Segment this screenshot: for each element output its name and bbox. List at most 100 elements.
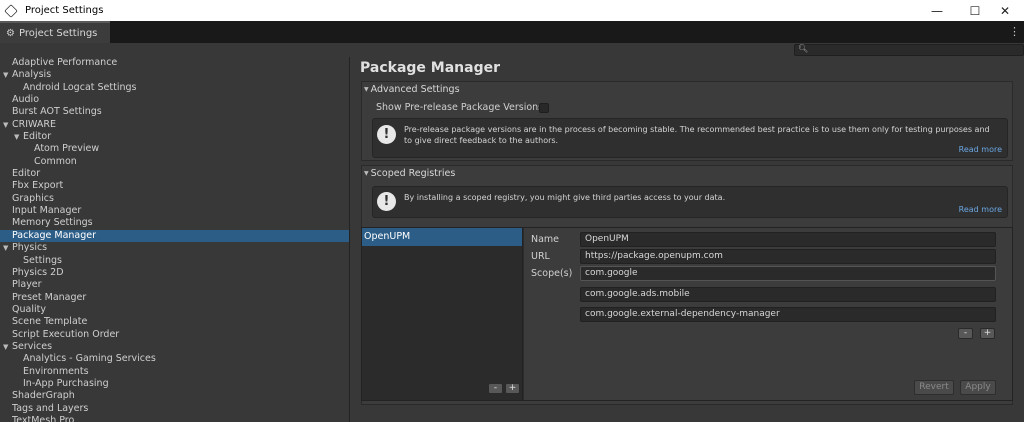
add-registry-button[interactable]: + [505, 383, 520, 394]
sidebar-item-label: Quality [12, 303, 46, 315]
sidebar-item-graphics[interactable]: Graphics [0, 193, 349, 205]
sidebar-item-label: Memory Settings [12, 217, 93, 229]
sidebar-item-input-manager[interactable]: Input Manager [0, 205, 349, 217]
sidebar-item-common[interactable]: Common [0, 156, 349, 168]
sidebar-item-physics-2d[interactable]: Physics 2D [0, 267, 349, 279]
more-options-icon[interactable]: ⋮ [1009, 25, 1020, 38]
sidebar-item-label: Environments [23, 365, 89, 377]
sidebar-item-label: Adaptive Performance [12, 57, 118, 68]
advanced-settings-header[interactable]: ▼ Advanced Settings [362, 82, 1012, 97]
minimize-button[interactable]: — [917, 0, 957, 21]
warning-icon: ! [377, 192, 396, 211]
add-scope-button[interactable]: + [980, 328, 995, 339]
sidebar-item-editor[interactable]: Editor [0, 168, 349, 180]
sidebar-item-label: ShaderGraph [12, 390, 75, 402]
name-label: Name [531, 234, 560, 245]
sidebar-item-label: Graphics [12, 192, 54, 204]
sidebar-item-in-app-purchasing[interactable]: In-App Purchasing [0, 378, 349, 390]
window-title: Project Settings [25, 5, 104, 16]
expand-caret-icon[interactable]: ▼ [3, 69, 8, 81]
sidebar-item-quality[interactable]: Quality [0, 304, 349, 316]
close-button[interactable]: ✕ [985, 0, 1024, 21]
sidebar-item-preset-manager[interactable]: Preset Manager [0, 292, 349, 304]
sidebar-item-package-manager[interactable]: Package Manager [0, 229, 349, 243]
sidebar-item-android-logcat-settings[interactable]: Android Logcat Settings [0, 82, 349, 94]
prerelease-label: Show Pre-release Package Versions [376, 102, 544, 113]
sidebar-item-shadergraph[interactable]: ShaderGraph [0, 390, 349, 402]
sidebar-item-adaptive-performance[interactable]: Adaptive Performance [0, 57, 349, 69]
name-field[interactable]: OpenUPM [580, 232, 996, 247]
sidebar-item-label: Analytics - Gaming Services [23, 353, 156, 365]
apply-button[interactable]: Apply [960, 380, 996, 395]
sidebar-item-label: Analysis [12, 69, 52, 81]
foldout-triangle-icon: ▼ [364, 86, 369, 93]
registry-item-openupm[interactable]: OpenUPM [362, 228, 522, 246]
scope-field[interactable]: com.google [580, 266, 996, 281]
scoped-registry-helpbox: ! By installing a scoped registry, you m… [372, 186, 1008, 218]
sidebar-item-label: Settings [23, 254, 62, 266]
remove-registry-button[interactable]: - [488, 383, 503, 394]
sidebar-item-editor[interactable]: ▼ Editor [0, 131, 349, 143]
warning-icon: ! [377, 125, 396, 144]
sidebar-item-services[interactable]: ▼ Services [0, 341, 349, 353]
sidebar-item-fbx-export[interactable]: Fbx Export [0, 180, 349, 192]
tab-bar: ⚙ Project Settings ⋮ [0, 21, 1024, 43]
sidebar-item-label: Tags and Layers [12, 402, 89, 414]
scope-field[interactable]: com.google.ads.mobile [580, 287, 996, 302]
tab-project-settings[interactable]: ⚙ Project Settings [0, 21, 110, 43]
sidebar-item-label: Android Logcat Settings [23, 81, 137, 93]
sidebar-item-analysis[interactable]: ▼ Analysis [0, 69, 349, 81]
settings-sidebar: Adaptive Performance ▼ Analysis Android Log… [0, 57, 350, 422]
sidebar-item-settings[interactable]: Settings [0, 255, 349, 267]
expand-caret-icon[interactable]: ▼ [3, 119, 8, 131]
read-more-link[interactable]: Read more [959, 205, 1002, 214]
sidebar-item-burst-aot-settings[interactable]: Burst AOT Settings [0, 106, 349, 118]
scoped-help-text: By installing a scoped registry, you mig… [404, 193, 726, 202]
sidebar-item-label: Physics 2D [12, 266, 64, 278]
remove-scope-button[interactable]: - [958, 328, 973, 339]
search-input[interactable]: 🔍︎ [794, 44, 1024, 56]
read-more-link[interactable]: Read more [959, 145, 1002, 154]
sidebar-item-label: Editor [12, 168, 41, 180]
revert-button[interactable]: Revert [914, 380, 954, 395]
sidebar-item-label: Physics [12, 242, 48, 254]
scoped-registries-title: Scoped Registries [370, 168, 456, 179]
sidebar-item-label: Preset Manager [12, 291, 87, 303]
sidebar-item-criware[interactable]: ▼ CRIWARE [0, 119, 349, 131]
prerelease-helpbox: ! Pre-release package versions are in th… [372, 118, 1008, 158]
sidebar-item-label: Editor [23, 131, 52, 143]
sidebar-item-label: Services [12, 340, 53, 352]
scope-field[interactable]: com.google.external-dependency-manager [580, 307, 996, 322]
sidebar-item-analytics-gaming-services[interactable]: Analytics - Gaming Services [0, 353, 349, 365]
advanced-settings-title: Advanced Settings [370, 84, 460, 95]
registry-panel: OpenUPM - + Name OpenUPM URL https://pac… [361, 227, 1013, 401]
gear-icon: ⚙ [6, 27, 15, 39]
main-panel: Package Manager ▼ Advanced Settings Show… [351, 57, 1024, 422]
sidebar-item-script-execution-order[interactable]: Script Execution Order [0, 329, 349, 341]
expand-caret-icon[interactable]: ▼ [14, 131, 19, 143]
sidebar-item-label: TextMesh Pro [12, 414, 75, 422]
window-titlebar: Project Settings — ☐ ✕ [0, 0, 1024, 21]
sidebar-item-label: Common [34, 155, 77, 167]
sidebar-item-atom-preview[interactable]: Atom Preview [0, 143, 349, 155]
expand-caret-icon[interactable]: ▼ [3, 242, 8, 254]
sidebar-item-player[interactable]: Player [0, 279, 349, 291]
page-title: Package Manager [360, 60, 500, 76]
scoped-registries-header[interactable]: ▼ Scoped Registries [362, 166, 1012, 181]
sidebar-item-audio[interactable]: Audio [0, 94, 349, 106]
prerelease-help-text: Pre-release package versions are in the … [404, 125, 990, 145]
expand-caret-icon[interactable]: ▼ [3, 341, 8, 353]
sidebar-item-scene-template[interactable]: Scene Template [0, 316, 349, 328]
sidebar-item-memory-settings[interactable]: Memory Settings [0, 217, 349, 229]
sidebar-item-textmesh-pro[interactable]: TextMesh Pro [0, 415, 349, 422]
advanced-settings-section: ▼ Advanced Settings Show Pre-release Pac… [361, 81, 1013, 161]
tab-label: Project Settings [18, 27, 98, 39]
url-field[interactable]: https://package.openupm.com [580, 249, 996, 264]
sidebar-item-label: Player [12, 279, 42, 291]
sidebar-item-environments[interactable]: Environments [0, 366, 349, 378]
sidebar-item-tags-and-layers[interactable]: Tags and Layers [0, 403, 349, 415]
prerelease-checkbox[interactable] [539, 103, 549, 113]
sidebar-item-physics[interactable]: ▼ Physics [0, 242, 349, 254]
sidebar-item-label: Fbx Export [12, 180, 64, 192]
search-icon: 🔍︎ [798, 44, 809, 53]
